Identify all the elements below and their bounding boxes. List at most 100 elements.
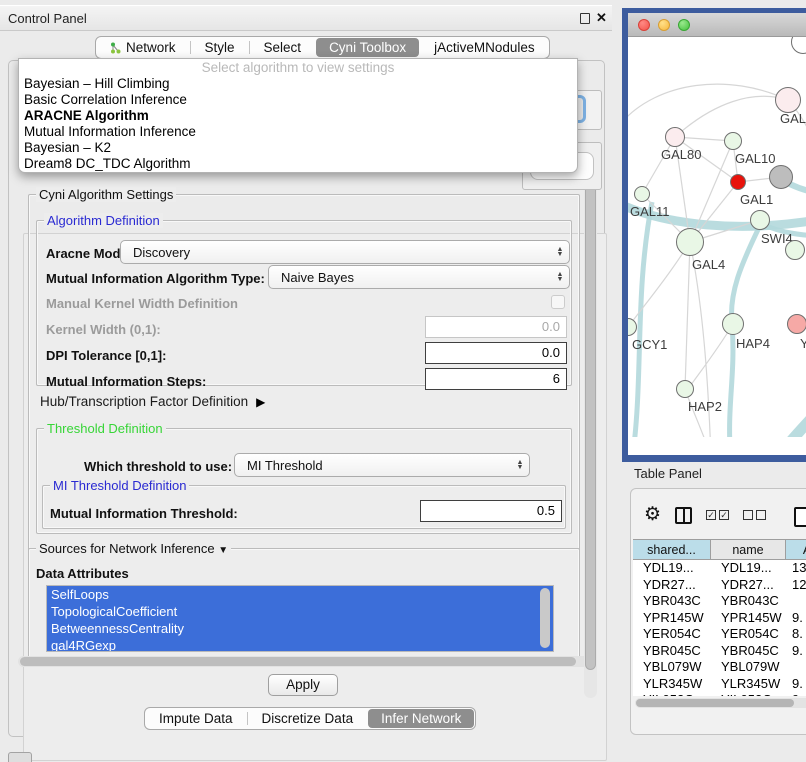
node-gal11[interactable] <box>634 186 650 202</box>
settings-vertical-scrollbar[interactable] <box>584 176 597 698</box>
table-cell: YDL19... <box>711 560 786 577</box>
table-row[interactable]: YDL19...YDL19...13 <box>633 560 806 577</box>
tab-style[interactable]: Style <box>191 37 249 58</box>
settings-horizontal-scrollbar[interactable] <box>18 656 596 667</box>
table-row[interactable]: YLR345WYLR345W9. <box>633 676 806 693</box>
node-label: GAL4 <box>692 257 725 272</box>
gear-icon[interactable]: ⚙ <box>644 505 661 525</box>
close-traffic-light-icon[interactable] <box>638 19 650 31</box>
column-header-name[interactable]: name <box>711 540 786 559</box>
node-y[interactable] <box>787 314 806 334</box>
table-cell: YER054C <box>711 626 786 643</box>
node-gal10[interactable] <box>724 132 742 150</box>
table-horizontal-scrollbar[interactable] <box>635 698 806 708</box>
network-view-window: GALGAL80GAL10GAL1GAL11SWI4GAL4GCY1HAP4YH… <box>622 8 806 462</box>
mi-algorithm-type-select[interactable]: Naive Bayes ▲▼ <box>268 265 570 289</box>
kernel-width-field[interactable]: 0.0 <box>425 316 567 338</box>
tab-infer-network[interactable]: Infer Network <box>368 709 474 728</box>
dropdown-item[interactable]: Basic Correlation Inference <box>19 92 577 108</box>
sources-group-title[interactable]: Sources for Network Inference ▼ <box>36 541 231 556</box>
node-label: GAL1 <box>740 192 773 207</box>
tab-label: Infer Network <box>381 711 461 726</box>
dropdown-item[interactable]: ARACNE Algorithm <box>19 108 577 124</box>
table-cell: YLR345W <box>711 676 786 693</box>
which-threshold-value: MI Threshold <box>235 458 511 473</box>
tab-label: Impute Data <box>159 711 233 726</box>
mi-steps-field[interactable]: 6 <box>425 368 567 390</box>
node-unlabeled[interactable] <box>769 165 793 189</box>
node-gal[interactable] <box>775 87 801 113</box>
node-swi4[interactable] <box>750 210 770 230</box>
dropdown-item[interactable]: Bayesian – Hill Climbing <box>19 76 577 92</box>
aracne-mode-value: Discovery <box>121 245 551 260</box>
horizontal-scrollbar-thumb[interactable] <box>20 657 576 666</box>
tab-impute-data[interactable]: Impute Data <box>145 708 247 729</box>
node-label: GCY1 <box>632 337 667 352</box>
deselect-all-checks-icon[interactable] <box>743 510 766 520</box>
node-table: shared...nameA YDL19...YDL19...13YDR27..… <box>633 539 806 696</box>
vertical-scrollbar-thumb[interactable] <box>585 178 596 670</box>
minimize-traffic-light-icon[interactable] <box>658 19 670 31</box>
mi-algorithm-type-value: Naive Bayes <box>269 270 551 285</box>
tab-discretize-data[interactable]: Discretize Data <box>248 708 368 729</box>
column-header-shared[interactable]: shared... <box>633 540 711 559</box>
table-cell: YBR045C <box>711 643 786 660</box>
list-item[interactable]: BetweennessCentrality <box>47 620 553 637</box>
expander-arrow-icon: ▶ <box>256 395 265 409</box>
table-cell: YPR145W <box>711 610 786 627</box>
node-unlabeled[interactable] <box>785 240 805 260</box>
node-label: GAL <box>780 111 806 126</box>
data-attributes-list[interactable]: SelfLoopsTopologicalCoefficientBetweenne… <box>46 585 554 652</box>
node-gal80[interactable] <box>665 127 685 147</box>
tab-label: Style <box>205 40 235 55</box>
manual-kernel-width-checkbox[interactable] <box>551 295 565 309</box>
table-scrollbar-thumb[interactable] <box>636 699 794 707</box>
list-scrollbar-thumb[interactable] <box>540 588 550 648</box>
tab-label: Cyni Toolbox <box>329 40 406 55</box>
node-gal1[interactable] <box>730 174 746 190</box>
float-window-icon[interactable] <box>580 13 590 24</box>
table-row[interactable]: YDR27...YDR27...12 <box>633 577 806 594</box>
list-item[interactable]: TopologicalCoefficient <box>47 603 553 620</box>
tab-select[interactable]: Select <box>250 37 316 58</box>
apply-button[interactable]: Apply <box>268 674 338 696</box>
table-row[interactable]: YBR045CYBR045C9. <box>633 643 806 660</box>
table-row[interactable]: YER054CYER054C8. <box>633 626 806 643</box>
export-table-icon[interactable] <box>794 507 806 527</box>
dropdown-item[interactable]: Bayesian – K2 <box>19 140 577 156</box>
node-hap4[interactable] <box>722 313 744 335</box>
network-window-titlebar[interactable] <box>628 13 806 37</box>
sources-title-text: Sources for Network Inference <box>39 541 215 556</box>
table-row[interactable]: YIL052CYIL052C9 <box>633 692 806 696</box>
aracne-mode-select[interactable]: Discovery ▲▼ <box>120 240 570 264</box>
kernel-width-label: Kernel Width (0,1): <box>46 322 161 337</box>
table-cell: YBR043C <box>633 593 711 610</box>
dropdown-item[interactable]: Dream8 DC_TDC Algorithm <box>19 156 577 172</box>
table-cell: 9. <box>786 610 806 627</box>
select-all-checks-icon[interactable]: ✓✓ <box>706 510 729 520</box>
zoom-traffic-light-icon[interactable] <box>678 19 690 31</box>
columns-icon[interactable] <box>675 507 692 524</box>
which-threshold-select[interactable]: MI Threshold ▲▼ <box>234 453 530 477</box>
collapse-arrow-icon: ▼ <box>218 545 228 556</box>
mi-threshold-label: Mutual Information Threshold: <box>50 506 238 521</box>
table-cell: YDR27... <box>711 577 786 594</box>
list-item[interactable]: SelfLoops <box>47 586 553 603</box>
dpi-tolerance-field[interactable]: 0.0 <box>425 342 567 364</box>
column-header-A[interactable]: A <box>786 540 806 559</box>
tab-network[interactable]: Network <box>96 37 190 58</box>
hub-transcription-expander[interactable]: Hub/Transcription Factor Definition▶ <box>40 394 265 409</box>
list-item[interactable]: gal4RGexp <box>47 637 553 652</box>
node-gal4[interactable] <box>676 228 704 256</box>
mi-threshold-field[interactable]: 0.5 <box>420 500 562 522</box>
tab-cyni-toolbox[interactable]: Cyni Toolbox <box>316 38 419 57</box>
table-row[interactable]: YBL079WYBL079W <box>633 659 806 676</box>
table-row[interactable]: YBR043CYBR043C <box>633 593 806 610</box>
close-icon[interactable]: ✕ <box>596 10 607 26</box>
table-row[interactable]: YPR145WYPR145W9. <box>633 610 806 627</box>
node-hap2[interactable] <box>676 380 694 398</box>
network-canvas[interactable]: GALGAL80GAL10GAL1GAL11SWI4GAL4GCY1HAP4YH… <box>628 37 806 437</box>
dropdown-item[interactable]: Mutual Information Inference <box>19 124 577 140</box>
minimized-panel-icon[interactable] <box>8 752 32 762</box>
tab-jactivemnodules[interactable]: jActiveMNodules <box>420 37 549 58</box>
